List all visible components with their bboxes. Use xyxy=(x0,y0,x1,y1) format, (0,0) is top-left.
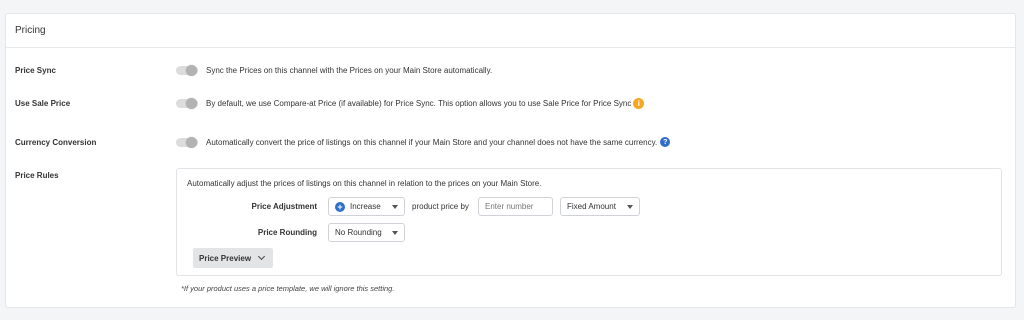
price-rules-intro: Automatically adjust the prices of listi… xyxy=(187,179,542,188)
use-sale-price-row: Use Sale Price By default, we use Compar… xyxy=(6,96,1015,110)
section-header: Pricing xyxy=(6,14,1015,48)
price-sync-row: Price Sync Sync the Prices on this chann… xyxy=(6,63,1015,77)
use-sale-price-label: Use Sale Price xyxy=(15,98,71,108)
price-sync-description-text: Sync the Prices on this channel with the… xyxy=(206,65,493,75)
use-sale-price-description: By default, we use Compare-at Price (if … xyxy=(206,97,645,109)
chevron-down-icon xyxy=(258,252,266,261)
adjustment-amount-input[interactable] xyxy=(478,197,553,216)
price-rounding-value: No Rounding xyxy=(335,228,382,237)
price-rules-box: Automatically adjust the prices of listi… xyxy=(176,168,1002,276)
plus-icon: + xyxy=(335,201,345,212)
adjustment-direction-value: Increase xyxy=(350,202,381,211)
chevron-down-icon xyxy=(392,204,398,209)
adjustment-connector-text: product price by xyxy=(412,202,469,211)
price-adjustment-label: Price Adjustment xyxy=(251,202,318,211)
price-rounding-label: Price Rounding xyxy=(257,228,317,237)
toggle-knob xyxy=(186,97,197,109)
price-sync-toggle[interactable] xyxy=(176,64,198,76)
price-rules-label: Price Rules xyxy=(15,171,59,180)
adjustment-type-value: Fixed Amount xyxy=(567,202,616,211)
use-sale-price-description-text: By default, we use Compare-at Price (if … xyxy=(206,98,632,108)
currency-conversion-description-text: Automatically convert the price of listi… xyxy=(206,137,658,147)
price-rounding-select[interactable]: No Rounding xyxy=(328,223,405,242)
currency-conversion-row: Currency Conversion Automatically conver… xyxy=(6,135,1015,149)
adjustment-direction-select[interactable]: + Increase xyxy=(328,197,405,216)
section-title: Pricing xyxy=(15,25,46,36)
price-template-footnote: *If your product uses a price template, … xyxy=(181,284,395,293)
currency-conversion-toggle[interactable] xyxy=(176,136,198,148)
toggle-knob xyxy=(186,64,197,76)
toggle-knob xyxy=(186,136,197,148)
currency-conversion-description: Automatically convert the price of listi… xyxy=(206,137,671,147)
chevron-down-icon xyxy=(392,230,398,235)
chevron-down-icon xyxy=(627,204,633,209)
price-sync-description: Sync the Prices on this channel with the… xyxy=(206,66,492,75)
use-sale-price-toggle[interactable] xyxy=(176,97,198,109)
adjustment-type-select[interactable]: Fixed Amount xyxy=(560,197,640,216)
currency-conversion-label: Currency Conversion xyxy=(15,137,97,147)
price-sync-label: Price Sync xyxy=(15,65,56,75)
info-icon[interactable]: i xyxy=(633,97,645,109)
help-icon[interactable]: ? xyxy=(660,137,671,147)
pricing-card: Pricing Price Sync Sync the Prices on th… xyxy=(5,13,1016,308)
price-preview-button[interactable]: Price Preview xyxy=(193,248,273,268)
price-preview-label: Price Preview xyxy=(199,253,252,263)
